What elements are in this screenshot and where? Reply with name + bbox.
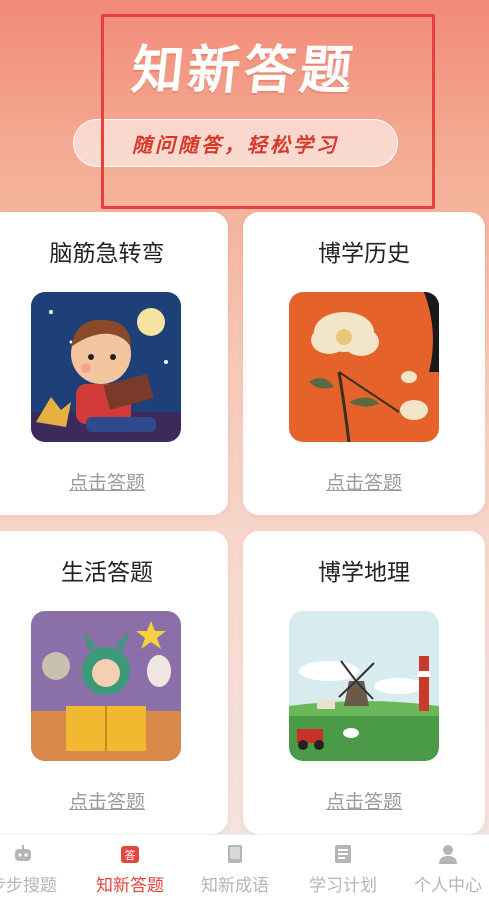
child-reading-image	[31, 611, 181, 761]
nav-item-profile[interactable]: 个人中心	[398, 843, 489, 896]
card-title: 博学历史	[318, 241, 410, 267]
answer-link[interactable]: 点击答题	[243, 468, 485, 495]
card-title: 生活答题	[61, 560, 153, 586]
nav-item-plan[interactable]: 学习计划	[293, 843, 393, 896]
nav-item-answer[interactable]: 答 知新答题	[80, 843, 180, 896]
answer-link[interactable]: 点击答题	[0, 468, 228, 495]
user-icon	[439, 845, 457, 864]
book-icon	[228, 845, 242, 863]
nav-label: 学习计划	[309, 876, 377, 896]
quiz-card-geography[interactable]: 博学地理 点击答题	[243, 531, 485, 834]
nav-label: 知新答题	[96, 876, 164, 896]
card-title: 博学地理	[318, 560, 410, 586]
answer-link[interactable]: 点击答题	[0, 787, 228, 814]
card-title: 脑筋急转弯	[49, 241, 165, 267]
slogan-text: 随问随答，轻松学习	[132, 132, 339, 157]
nav-label: 知新成语	[201, 876, 269, 896]
nav-label: 步步搜题	[0, 876, 57, 896]
nav-item-idiom[interactable]: 知新成语	[185, 843, 285, 896]
answer-link[interactable]: 点击答题	[243, 787, 485, 814]
nav-label: 个人中心	[414, 876, 482, 896]
answer-icon: 答	[121, 846, 139, 863]
slogan-banner: 随问随答，轻松学习	[73, 119, 398, 167]
page-title: 知新答题	[128, 41, 360, 101]
windmill-farm-image	[289, 611, 439, 761]
quiz-card-brain-teaser[interactable]: 脑筋急转弯 点击答题	[0, 212, 228, 515]
bottom-nav: 步步搜题 答 知新答题 知新成语 学习计划 个人中心	[0, 834, 489, 899]
peony-painting-image	[289, 292, 439, 442]
plan-icon	[335, 845, 351, 863]
quiz-card-history[interactable]: 博学历史 点击答题	[243, 212, 485, 515]
boy-reading-image	[31, 292, 181, 442]
robot-icon	[15, 845, 31, 861]
svg-text:答: 答	[125, 848, 136, 862]
quiz-card-life[interactable]: 生活答题 点击答题	[0, 531, 228, 834]
nav-item-search[interactable]: 步步搜题	[0, 843, 73, 896]
